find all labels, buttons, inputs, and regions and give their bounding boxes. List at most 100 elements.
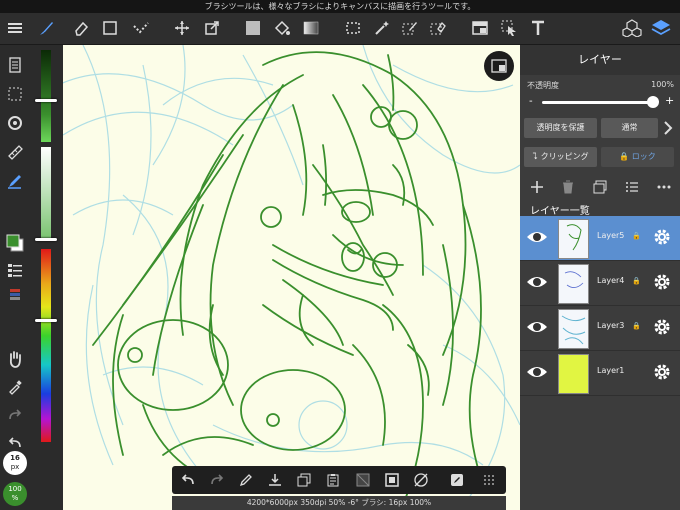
add-layer-icon[interactable] [530,179,544,198]
opacity-label: 不透明度 [527,81,559,90]
gear-icon[interactable] [652,227,672,247]
layer-row-layer3[interactable]: Layer3 🔒 [520,306,680,351]
layer-row-layer4[interactable]: Layer4 🔒 [520,261,680,306]
ruler-icon[interactable] [3,140,27,164]
brightness-bar[interactable] [41,50,51,142]
color-slider-column [30,45,63,510]
eye-icon[interactable] [526,318,548,336]
paste-icon[interactable] [322,469,344,491]
eye-icon[interactable] [526,363,548,381]
opacity-slider-track[interactable] [542,101,652,104]
saturation-bar[interactable] [41,147,51,239]
opacity-minus-button[interactable]: - [529,96,533,107]
brightness-knob[interactable] [35,99,57,102]
redo-icon[interactable] [3,403,27,427]
gear-icon[interactable] [652,317,672,337]
saturation-knob[interactable] [35,238,57,241]
layer-row-layer5[interactable]: Layer5 🔒 [520,216,680,261]
brush-opacity-indicator[interactable]: 100 % [3,482,27,506]
undo-icon[interactable] [177,469,199,491]
reference-window-icon [491,59,507,73]
lock-label: ロック [631,152,656,161]
menu-icon[interactable] [3,16,27,40]
color-palette-icon[interactable] [3,258,27,282]
page-icon[interactable] [3,53,27,77]
opacity-slider-knob[interactable] [647,96,659,108]
select-move-icon[interactable] [497,16,521,40]
copy-icon[interactable] [293,469,315,491]
fill-color-icon[interactable] [241,16,265,40]
opacity-plus-button[interactable]: + [665,94,674,107]
gear-icon[interactable] [652,362,672,382]
lock-icon: 🔒 [632,232,641,240]
bucket-icon[interactable] [270,16,294,40]
gradient-icon[interactable] [299,16,323,40]
pen-mode-icon[interactable] [3,169,27,193]
transform-icon[interactable] [200,16,224,40]
layout-icon[interactable] [468,16,492,40]
color-history-icon[interactable] [3,283,27,307]
redo-icon[interactable] [206,469,228,491]
download-icon[interactable] [264,469,286,491]
layer-thumbnail [558,219,589,259]
dot-brush-icon[interactable] [129,16,153,40]
brush-icon[interactable] [35,16,59,40]
drawing-canvas[interactable] [63,45,520,510]
layer-row-layer1[interactable]: Layer1 [520,351,680,396]
text-icon[interactable] [526,16,550,40]
eye-icon[interactable] [526,228,548,246]
brush-size-indicator[interactable]: 16 px [3,451,27,475]
edit-icon[interactable] [446,469,468,491]
select-rect-icon[interactable] [341,16,365,40]
clipping-button[interactable]: ⮧ クリッピング [524,147,597,167]
hand-icon[interactable] [3,347,27,371]
layer-thumbnail [558,354,589,394]
rectangle-icon[interactable] [98,16,122,40]
fill-layer-icon[interactable] [381,469,403,491]
snap-icon[interactable] [3,111,27,135]
magic-wand-icon[interactable] [370,16,394,40]
reference-window-button[interactable] [484,51,514,81]
layer-list-icon[interactable] [625,179,639,198]
panel-title: レイヤー [520,45,680,75]
color-swatch[interactable] [3,231,27,255]
delete-layer-icon[interactable] [561,179,575,198]
sketch-artwork [63,45,520,506]
brush-size-value: 16 [10,454,20,462]
gear-icon[interactable] [652,272,672,292]
pencil-icon[interactable] [235,469,257,491]
eraser-icon[interactable] [69,16,93,40]
hue-knob[interactable] [35,319,57,322]
lock-icon: 🔒 [632,322,641,330]
clipping-icon: ⮧ [532,152,541,162]
more-options-icon[interactable] [656,179,672,198]
clear-icon[interactable] [352,469,374,491]
move-icon[interactable] [170,16,194,40]
protect-alpha-button[interactable]: 透明度を保護 [524,118,597,138]
protect-alpha-label: 透明度を保護 [536,123,585,132]
tool-tip-text: ブラシツールは、様々なブラシによりキャンバスに描画を行うツールです。 [204,2,476,11]
lock-icon: 🔒 [619,152,632,161]
layer-name: Layer3 [597,321,625,330]
selection-layer-icon[interactable] [3,82,27,106]
layer-thumbnail [558,264,589,304]
layers-icon[interactable] [649,16,673,40]
rotate-canvas-icon[interactable] [410,469,432,491]
status-text: 4200*6000px 350dpi 50% -6° ブラシ: 16px 100… [246,498,432,507]
layer-image-icon[interactable] [593,179,607,198]
eye-icon[interactable] [526,273,548,291]
opacity-value: 100% [651,80,674,89]
eyedropper-icon[interactable] [3,375,27,399]
canvas-status-bar: 4200*6000px 350dpi 50% -6° ブラシ: 16px 100… [172,496,506,510]
select-eraser-icon[interactable] [426,16,450,40]
grid-menu-icon[interactable] [478,469,500,491]
chevron-right-icon[interactable] [663,120,673,140]
layer-name: Layer5 [597,231,625,240]
blend-mode-button[interactable]: 通常 [601,118,658,138]
tool-tip-bar: ブラシツールは、様々なブラシによりキャンバスに描画を行うツールです。 [0,0,680,13]
hue-bar[interactable] [41,249,51,442]
3d-icon[interactable] [620,16,644,40]
lock-button[interactable]: 🔒 ロック [601,147,674,167]
select-pen-icon[interactable] [398,16,422,40]
layer-list-title: レイヤー一覧 [530,206,590,217]
